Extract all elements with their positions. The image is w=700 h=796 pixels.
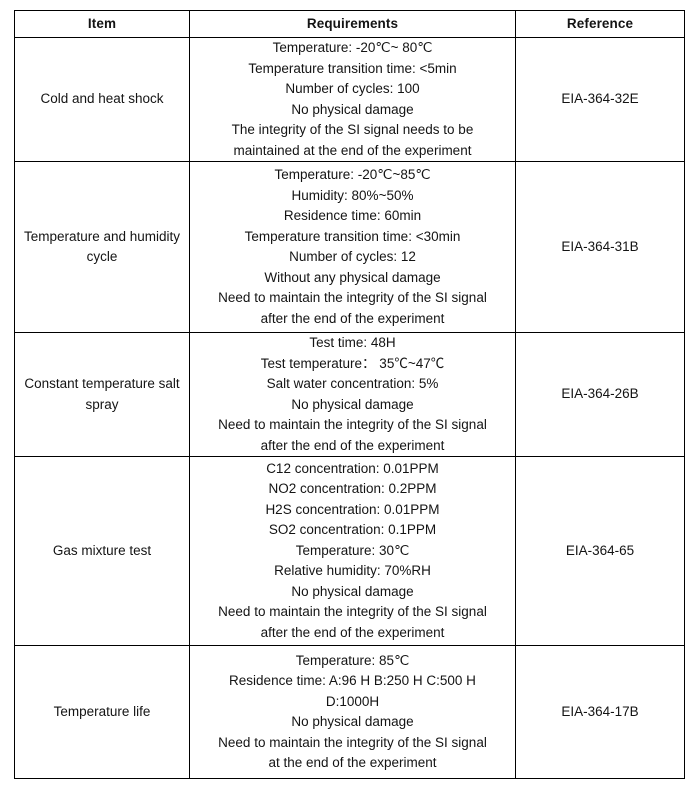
requirement-line: Need to maintain the integrity of the SI…: [218, 417, 487, 433]
cell-item: Constant temperature salt spray: [14, 332, 190, 458]
environmental-test-requirements-table: Item Requirements Reference Cold and hea…: [14, 10, 685, 780]
requirement-line: Temperature transition time: <5min: [248, 60, 457, 76]
requirement-line: after the end of the experiment: [260, 310, 445, 326]
requirement-line: Number of cycles: 12: [289, 249, 416, 265]
cell-requirements: Temperature: -20℃~85℃ Humidity: 80%~50% …: [189, 161, 516, 334]
requirement-line: Residence time: A:96 H B:250 H C:500 H: [229, 673, 476, 689]
table-row: Cold and heat shock Temperature: -20℃~ 8…: [14, 36, 685, 163]
cell-item: Temperature and humidity cycle: [14, 161, 190, 334]
requirement-line: SO2 concentration: 0.1PPM: [268, 522, 437, 538]
table-row: Constant temperature salt spray Test tim…: [14, 332, 685, 458]
cell-requirements: Temperature: -20℃~ 80℃ Temperature trans…: [189, 36, 516, 163]
requirement-line: No physical damage: [291, 396, 414, 412]
requirement-line: C12 concentration: 0.01PPM: [266, 460, 439, 476]
requirement-line: Temperature: 85℃: [295, 652, 410, 668]
requirement-line: Salt water concentration: 5%: [266, 376, 439, 392]
requirement-line: at the end of the experiment: [268, 755, 437, 771]
requirement-line: Temperature: -20℃~85℃: [274, 167, 431, 183]
requirement-line: Temperature: 30℃: [295, 542, 410, 558]
requirement-line: No physical damage: [291, 101, 414, 117]
column-header-item: Item: [14, 10, 190, 38]
table-body: Cold and heat shock Temperature: -20℃~ 8…: [14, 36, 685, 780]
cell-reference: EIA-364-65: [515, 456, 685, 647]
table-row: Temperature and humidity cycle Temperatu…: [14, 161, 685, 334]
table-row: Temperature life Temperature: 85℃ Reside…: [14, 645, 685, 780]
requirement-line: Need to maintain the integrity of the SI…: [218, 290, 487, 306]
requirement-line: No physical damage: [291, 583, 414, 599]
requirement-line: Without any physical damage: [264, 269, 441, 285]
cell-reference: EIA-364-26B: [515, 332, 685, 458]
cell-requirements: Temperature: 85℃ Residence time: A:96 H …: [189, 645, 516, 780]
requirement-line: Test temperature： 35℃~47℃: [260, 355, 445, 371]
requirement-line: H2S concentration: 0.01PPM: [265, 501, 440, 517]
requirement-line: after the end of the experiment: [260, 624, 445, 640]
requirement-line: Temperature transition time: <30min: [244, 228, 461, 244]
requirement-line: Need to maintain the integrity of the SI…: [218, 604, 487, 620]
requirement-line: maintained at the end of the experiment: [233, 142, 472, 158]
table-row: Gas mixture test C12 concentration: 0.01…: [14, 456, 685, 647]
requirement-line: after the end of the experiment: [260, 437, 445, 453]
page-canvas: Item Requirements Reference Cold and hea…: [0, 0, 700, 796]
cell-item: Gas mixture test: [14, 456, 190, 647]
requirement-line: Test time: 48H: [309, 335, 396, 351]
requirement-line: Number of cycles: 100: [285, 81, 420, 97]
cell-reference: EIA-364-32E: [515, 36, 685, 163]
cell-reference: EIA-364-31B: [515, 161, 685, 334]
column-header-requirements: Requirements: [189, 10, 516, 38]
requirement-line: No physical damage: [291, 714, 414, 730]
column-header-reference: Reference: [515, 10, 685, 38]
requirement-line: Temperature: -20℃~ 80℃: [272, 40, 433, 55]
requirement-line: Humidity: 80%~50%: [291, 187, 414, 203]
cell-item: Cold and heat shock: [14, 36, 190, 163]
table-header: Item Requirements Reference: [14, 10, 685, 38]
requirement-line: Relative humidity: 70%RH: [274, 563, 431, 579]
requirement-line: Need to maintain the integrity of the SI…: [218, 734, 487, 750]
table-header-row: Item Requirements Reference: [14, 10, 685, 38]
cell-requirements: C12 concentration: 0.01PPM NO2 concentra…: [189, 456, 516, 647]
cell-item: Temperature life: [14, 645, 190, 780]
requirement-line: Residence time: 60min: [283, 208, 422, 224]
cell-requirements: Test time: 48H Test temperature： 35℃~47℃…: [189, 332, 516, 458]
requirement-line: D:1000H: [325, 693, 380, 709]
cell-reference: EIA-364-17B: [515, 645, 685, 780]
requirement-line: The integrity of the SI signal needs to …: [231, 122, 474, 138]
requirement-line: NO2 concentration: 0.2PPM: [268, 481, 437, 497]
